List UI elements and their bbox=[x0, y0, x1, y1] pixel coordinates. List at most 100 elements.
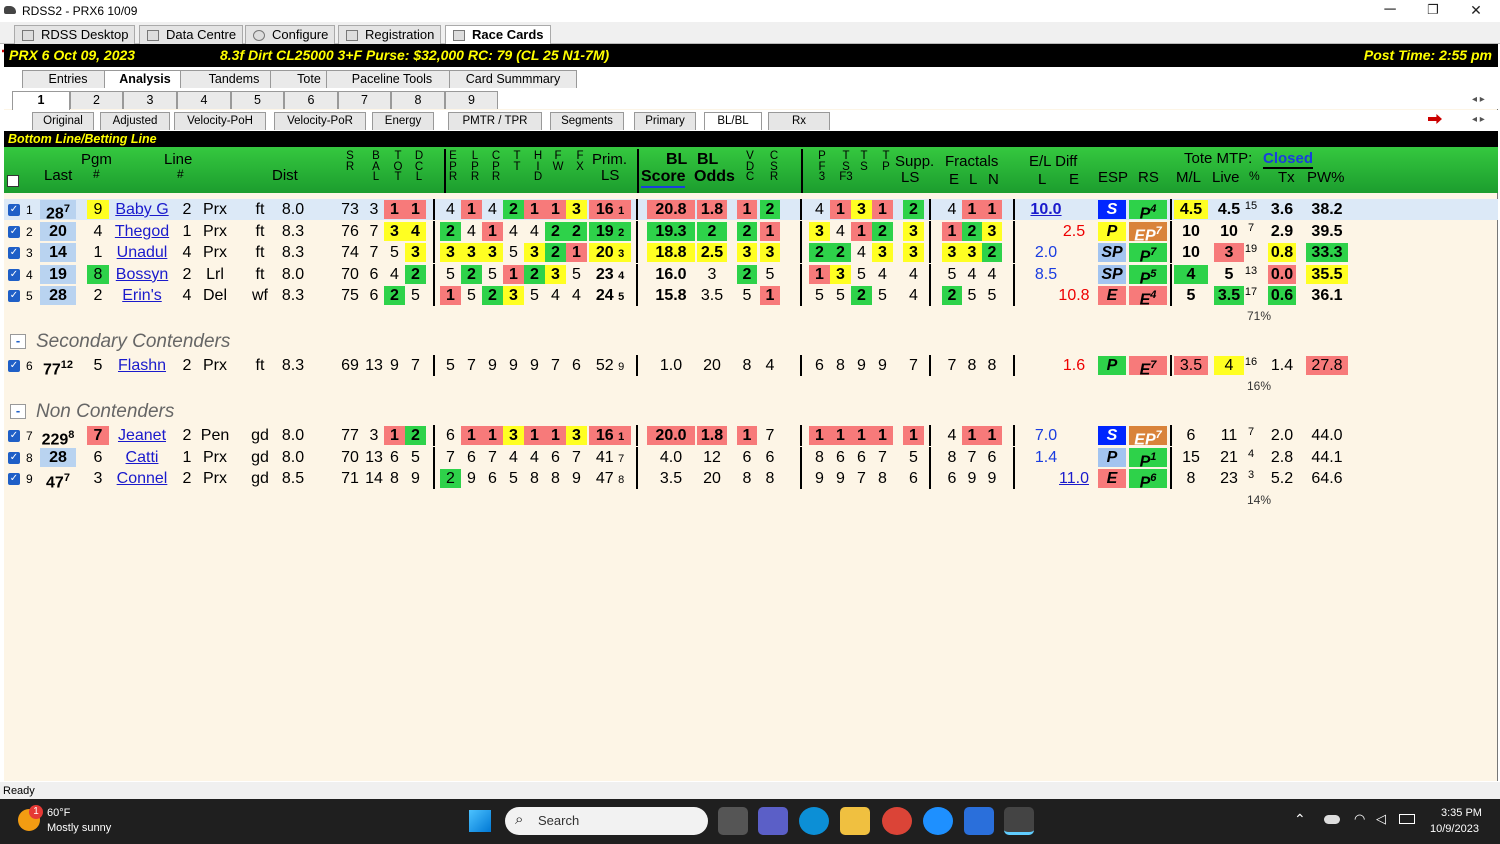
start-icon[interactable] bbox=[469, 810, 491, 832]
horse-row[interactable]: ✓ 9 477 3 Connel 2 Prx gd 8.5 71 14 8 9 2 9 6 5 8 8 9 47 8 3.… bbox=[4, 468, 1498, 491]
tab-primary[interactable]: Primary bbox=[634, 112, 696, 130]
tab-paceline-tools[interactable]: Paceline Tools bbox=[326, 70, 458, 88]
race-tab-scroll-arrows[interactable]: ◂ ▸ bbox=[1472, 94, 1485, 105]
column-divider bbox=[1013, 199, 1015, 220]
teams-icon[interactable] bbox=[758, 807, 788, 835]
tab-entries[interactable]: Entries bbox=[22, 70, 114, 88]
cell-text: 6 bbox=[369, 265, 379, 283]
row-checkbox[interactable]: ✓ bbox=[8, 451, 20, 464]
tab-pmtr-tpr[interactable]: PMTR / TPR bbox=[448, 112, 542, 130]
select-all-checkbox[interactable] bbox=[7, 175, 19, 187]
last-sup: 7 bbox=[63, 203, 70, 215]
cell-pgm: 6 bbox=[87, 448, 109, 467]
close-button[interactable]: ✕ bbox=[1454, 0, 1498, 22]
horse-row[interactable]: ✓ 4 19 8 Bossyn 2 Lrl ft 8.0 70 6 4 2 5 2 5 1 2 3 5 23 4 16.0… bbox=[4, 263, 1498, 287]
row-checkbox[interactable]: ✓ bbox=[8, 473, 20, 485]
horse-row[interactable]: ✓ 2 20 4 Thegod 1 Prx ft 8.3 76 7 3 4 2 4 1 4 4 2 2 19 2 19.3… bbox=[4, 220, 1498, 244]
row-checkbox[interactable]: ✓ bbox=[8, 360, 20, 372]
col-header-tsf3: T S F3 bbox=[839, 150, 853, 183]
row-checkbox[interactable]: ✓ bbox=[8, 225, 20, 238]
cell-text: 3 bbox=[815, 222, 824, 240]
battery-icon[interactable] bbox=[1399, 814, 1415, 824]
clock-time[interactable]: 3:35 PM bbox=[1441, 807, 1482, 819]
horse-row[interactable]: ✓ 6 7712 5 Flashn 2 Prx ft 8.3 69 13 9 7 5 7 9 9 9 7 6 52 91… bbox=[4, 355, 1498, 378]
cell-text: Prx bbox=[203, 357, 227, 374]
cell-name[interactable]: Connel bbox=[112, 469, 172, 488]
horse-row[interactable]: ✓ 3 14 1 Unadul 4 Prx ft 8.3 74 7 5 3 3 3 3 5 3 2 1 20 3 18.8… bbox=[4, 242, 1498, 265]
tab-card-summary[interactable]: Card Summmary bbox=[449, 70, 577, 88]
race-tab-6[interactable]: 6 bbox=[284, 91, 338, 109]
column-divider bbox=[1013, 355, 1015, 376]
wifi-icon[interactable]: ◠ bbox=[1354, 811, 1365, 827]
chevron-up-icon[interactable]: ⌃ bbox=[1294, 811, 1306, 828]
help-icon[interactable] bbox=[923, 807, 953, 835]
horse-row[interactable]: ✓ 8 28 6 Catti 1 Prx gd 8.0 70 13 6 5 7 6 7 4 4 6 7 41 7 4.0… bbox=[4, 446, 1498, 470]
export-arrow-icon[interactable] bbox=[1428, 114, 1442, 124]
cell-name[interactable]: Flashn bbox=[112, 356, 172, 375]
secondary-contenders-label: Secondary Contenders bbox=[36, 331, 231, 352]
row-checkbox[interactable]: ✓ bbox=[8, 204, 20, 216]
sub-tab-scroll-arrows[interactable]: ◂ ▸ bbox=[1472, 114, 1485, 125]
tab-analysis[interactable]: Analysis bbox=[104, 70, 186, 89]
task-view-icon[interactable] bbox=[718, 807, 748, 835]
tab-race-cards[interactable]: Race Cards bbox=[445, 25, 551, 45]
cell-name[interactable]: Jeanet bbox=[112, 426, 172, 445]
cell-name[interactable]: Erin's bbox=[112, 286, 172, 305]
cell-name[interactable]: Catti bbox=[112, 448, 172, 467]
horse-row[interactable]: ✓ 7 2298 7 Jeanet 2 Pen gd 8.0 77 3 1 2 6 1 1 3 1 1 3 16 1 20… bbox=[4, 425, 1498, 448]
row-checkbox[interactable]: ✓ bbox=[8, 268, 20, 281]
cell-text: 1 bbox=[182, 448, 192, 466]
tab-velocity-poh[interactable]: Velocity-PoH bbox=[174, 112, 266, 130]
row-checkbox[interactable]: ✓ bbox=[8, 247, 20, 259]
tab-configure[interactable]: Configure bbox=[245, 25, 336, 44]
taskbar-search[interactable]: ⌕ Search bbox=[505, 807, 708, 835]
cell-name[interactable]: Bossyn bbox=[112, 265, 172, 284]
race-tab-9[interactable]: 9 bbox=[445, 91, 498, 109]
tote-status[interactable]: Closed bbox=[1263, 150, 1314, 169]
cell-text: 36.1 bbox=[1311, 287, 1343, 304]
race-tab-1[interactable]: 1 bbox=[12, 91, 70, 110]
onedrive-icon[interactable] bbox=[1324, 815, 1340, 824]
tab-rx[interactable]: Rx bbox=[768, 112, 830, 130]
chrome-icon[interactable] bbox=[882, 807, 912, 835]
tab-original[interactable]: Original bbox=[32, 112, 94, 130]
cell-text: Prx bbox=[203, 222, 227, 240]
cell-text: 2 bbox=[411, 427, 420, 444]
cell-name[interactable]: Baby G bbox=[112, 200, 172, 219]
collapse-secondary-button[interactable]: - bbox=[10, 334, 26, 349]
horse-row[interactable]: ✓ 1 287 9 Baby G 2 Prx ft 8.0 73 3 1 1 4 1 4 2 1 1 3 16 1 20.… bbox=[4, 199, 1498, 222]
tab-adjusted[interactable]: Adjusted bbox=[100, 112, 170, 130]
tab-velocity-por[interactable]: Velocity-PoR bbox=[274, 112, 366, 130]
clock-date[interactable]: 10/9/2023 bbox=[1430, 823, 1479, 835]
cell-text: 8 bbox=[530, 470, 539, 487]
tab-energy[interactable]: Energy bbox=[372, 112, 434, 130]
rdss-app-icon[interactable] bbox=[1004, 807, 1034, 835]
tab-bl-bl[interactable]: BL/BL bbox=[704, 112, 762, 130]
race-tab-2[interactable]: 2 bbox=[70, 91, 123, 109]
cell-tt: 4 bbox=[503, 222, 524, 241]
race-tab-8[interactable]: 8 bbox=[391, 91, 445, 109]
row-checkbox[interactable]: ✓ bbox=[8, 290, 20, 302]
tab-rdss-desktop[interactable]: RDSS Desktop bbox=[14, 25, 136, 44]
row-checkbox[interactable]: ✓ bbox=[8, 430, 20, 442]
cell-name[interactable]: Thegod bbox=[112, 222, 172, 241]
minimize-button[interactable]: ─ bbox=[1368, 0, 1412, 22]
col-el-l: L bbox=[1038, 171, 1047, 188]
horse-row[interactable]: ✓ 5 28 2 Erin's 4 Del wf 8.3 75 6 2 5 1 5 2 3 5 4 4 24 5 15.8… bbox=[4, 285, 1498, 308]
cell-fe: 5 bbox=[942, 265, 962, 284]
race-tab-7[interactable]: 7 bbox=[338, 91, 391, 109]
cell-text: 4 bbox=[182, 287, 192, 304]
volume-icon[interactable]: ◁ bbox=[1376, 811, 1386, 827]
race-tab-3[interactable]: 3 bbox=[123, 91, 177, 109]
tab-segments[interactable]: Segments bbox=[550, 112, 624, 130]
edge-icon[interactable] bbox=[799, 807, 829, 835]
tab-data-centre[interactable]: Data Centre bbox=[139, 25, 244, 44]
file-explorer-icon[interactable] bbox=[840, 807, 870, 835]
collapse-non-button[interactable]: - bbox=[10, 404, 26, 419]
app-icon[interactable] bbox=[964, 807, 994, 835]
tab-registration[interactable]: Registration bbox=[338, 25, 442, 44]
cell-name[interactable]: Unadul bbox=[112, 243, 172, 262]
race-tab-4[interactable]: 4 bbox=[177, 91, 231, 109]
maximize-button[interactable]: ❐ bbox=[1411, 0, 1455, 22]
race-tab-5[interactable]: 5 bbox=[231, 91, 284, 109]
